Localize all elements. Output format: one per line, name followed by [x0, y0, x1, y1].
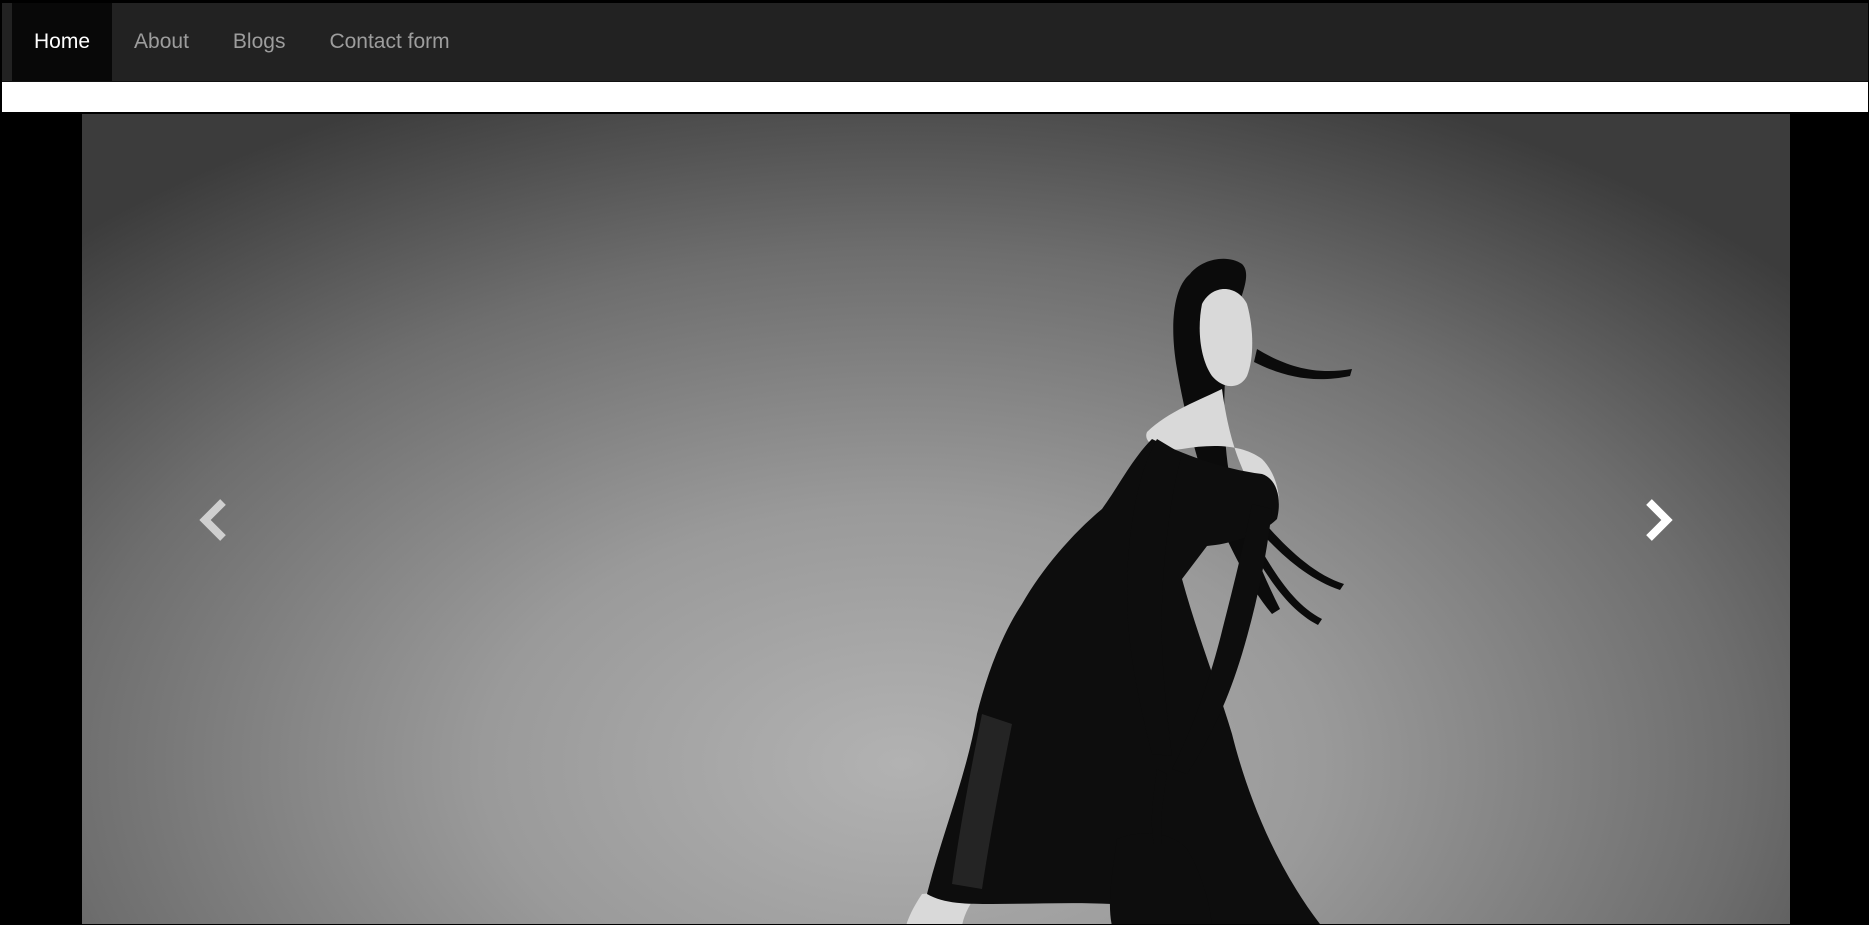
- top-navbar: Home About Blogs Contact form: [2, 3, 1868, 82]
- navbar-edge: [2, 3, 12, 81]
- image-carousel: [82, 114, 1790, 924]
- nav-item-contact-form[interactable]: Contact form: [307, 3, 471, 81]
- nav-item-about[interactable]: About: [112, 3, 211, 81]
- page-frame: Home About Blogs Contact form: [0, 0, 1869, 925]
- nav-item-blogs[interactable]: Blogs: [211, 3, 308, 81]
- carousel-next-button[interactable]: [1630, 114, 1690, 924]
- nav-item-home[interactable]: Home: [12, 3, 113, 81]
- chevron-left-icon: [199, 499, 226, 541]
- model-hair-strands: [1254, 349, 1352, 380]
- header-spacer: [2, 82, 1868, 114]
- carousel-prev-button[interactable]: [182, 114, 242, 924]
- chevron-right-icon: [1646, 499, 1673, 541]
- carousel-photo: [906, 258, 1352, 924]
